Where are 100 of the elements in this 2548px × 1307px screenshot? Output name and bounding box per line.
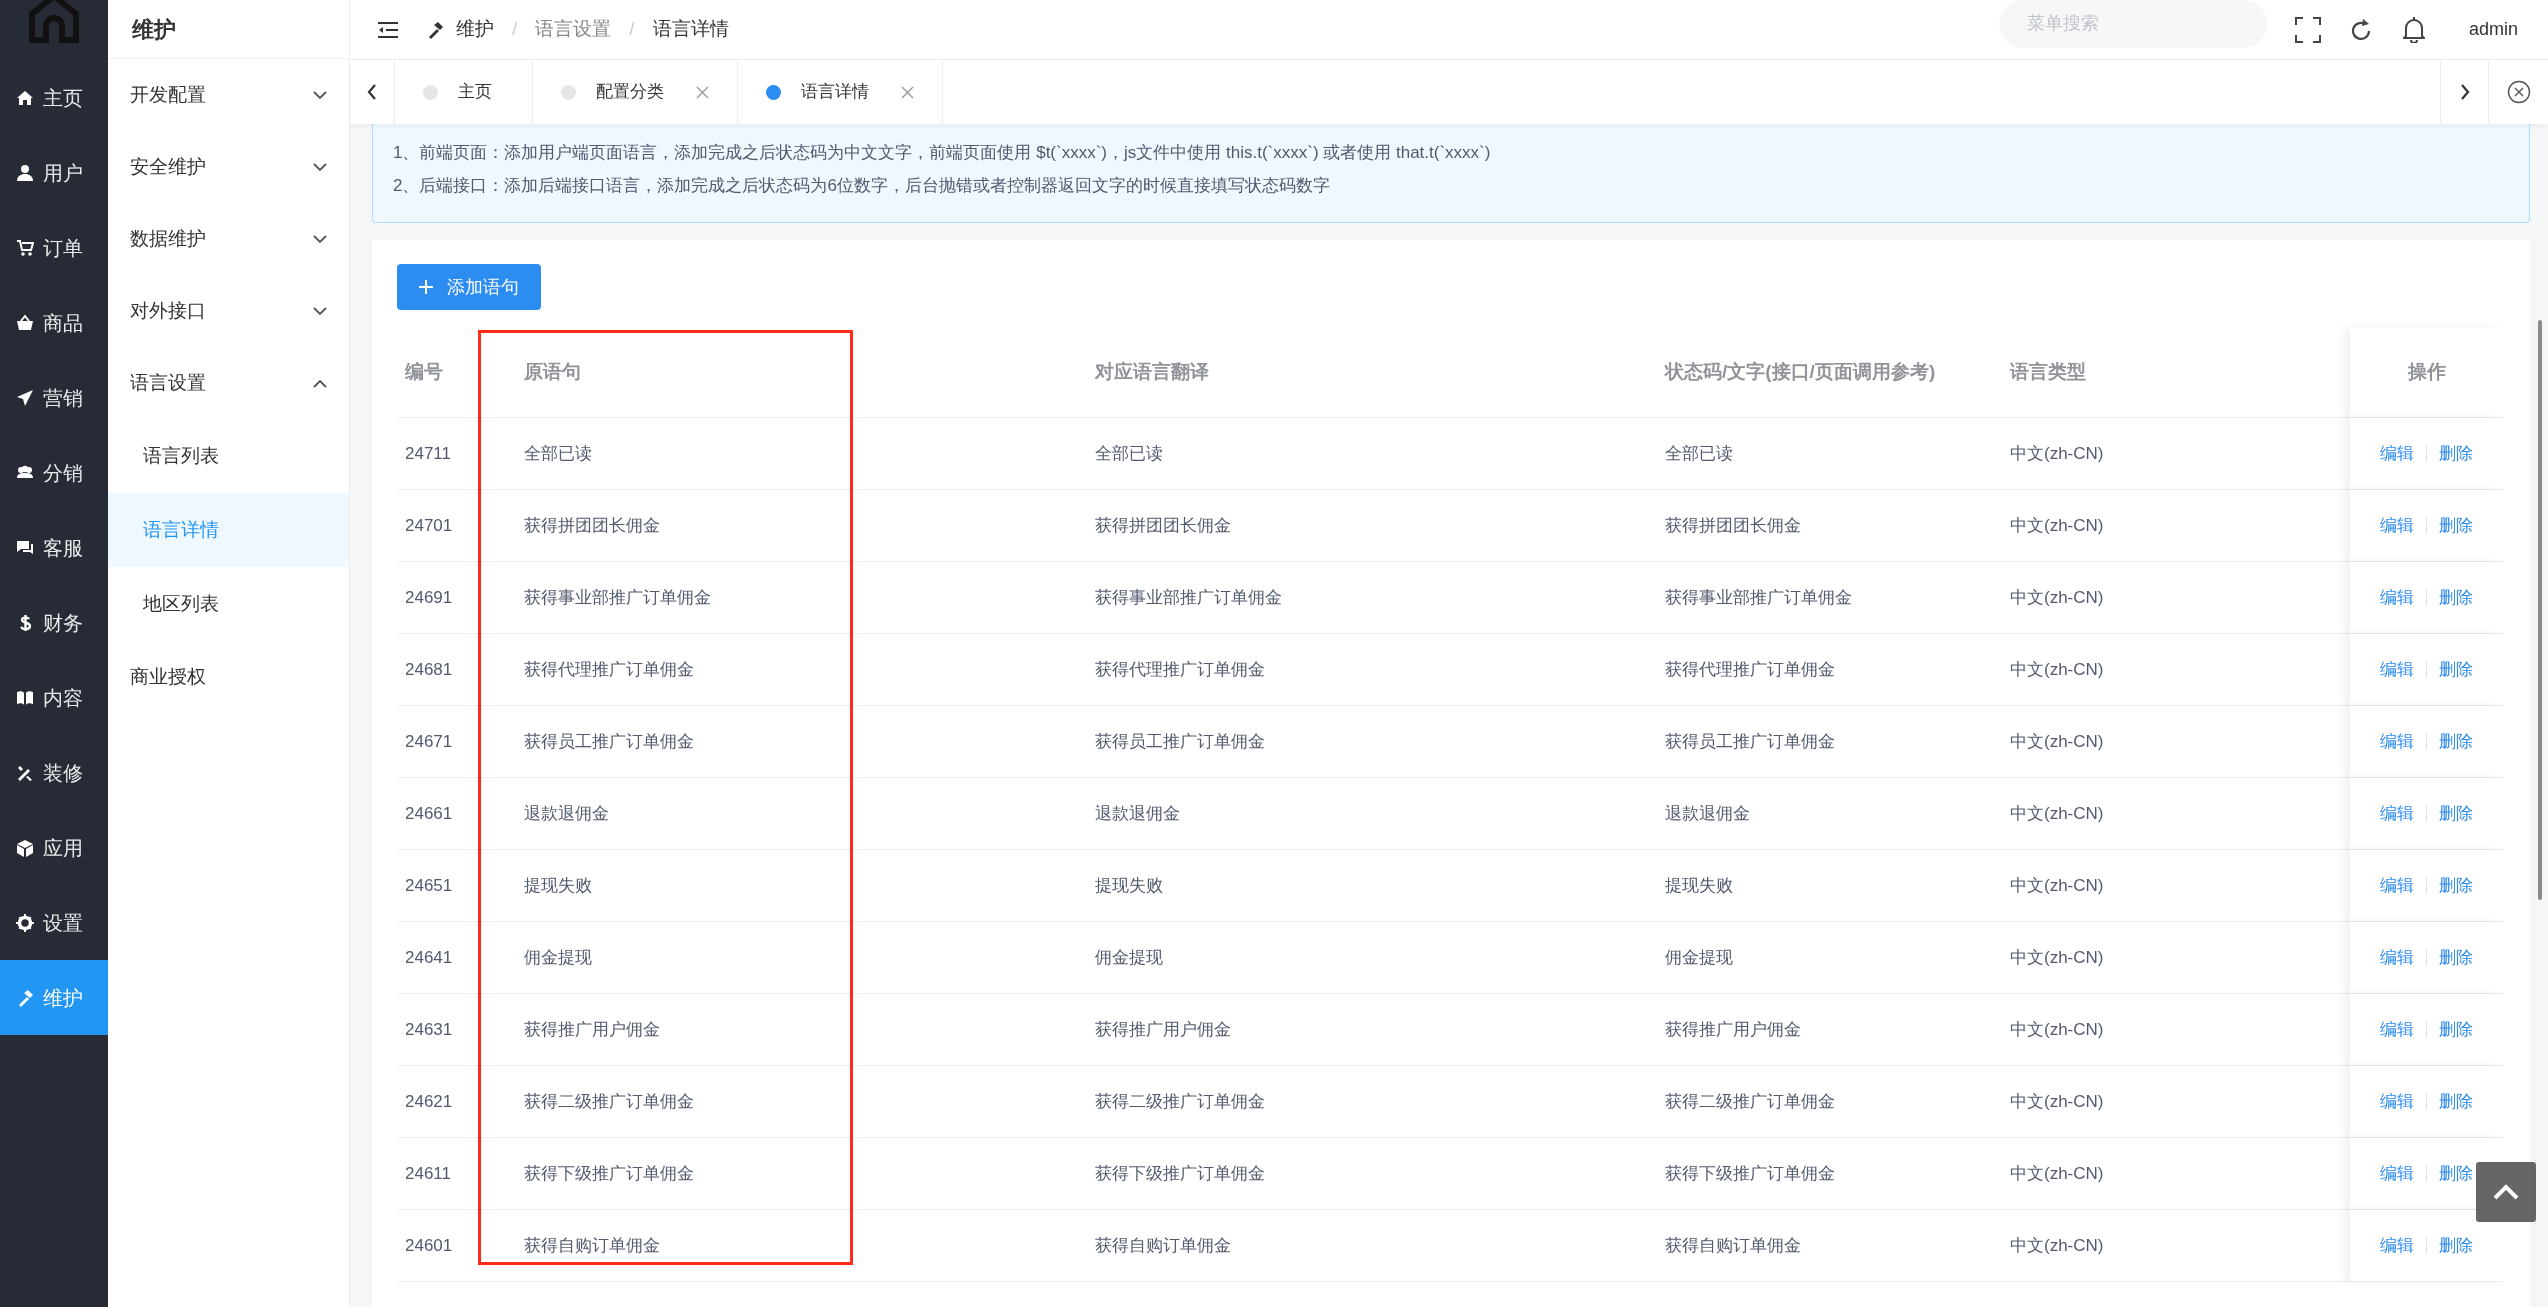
edit-link[interactable]: 编辑 — [2380, 1016, 2414, 1043]
table-cell-text: 中文(zh-CN) — [2010, 1018, 2104, 1041]
menu-item[interactable]: 数据维护 — [108, 203, 349, 275]
table-cell-text: 24671 — [405, 730, 453, 753]
menu-item[interactable]: 商业授权 — [108, 641, 349, 713]
column-header: 原语句 — [524, 360, 581, 385]
nav-item[interactable]: 用户 — [0, 135, 108, 210]
nav-item[interactable]: 营销 — [0, 360, 108, 435]
table-cell-text: 24701 — [405, 514, 453, 537]
user-name[interactable]: admin — [2468, 16, 2518, 43]
edit-link[interactable]: 编辑 — [2380, 944, 2414, 971]
table-cell-text: 获得员工推广订单佣金 — [1095, 730, 1265, 753]
table-cell-text: 退款退佣金 — [1095, 802, 1180, 825]
nav-item[interactable]: 设置 — [0, 885, 108, 960]
close-icon[interactable] — [901, 85, 914, 99]
menu-item[interactable]: 开发配置 — [108, 59, 349, 131]
nav-item[interactable]: 客服 — [0, 510, 108, 585]
table-cell-text: 中文(zh-CN) — [2010, 1162, 2104, 1185]
table-cell-text: 获得事业部推广订单佣金 — [524, 586, 711, 609]
nav-item[interactable]: 维护 — [0, 960, 108, 1035]
table-cell-text: 全部已读 — [524, 442, 592, 465]
chevron-down-icon — [313, 162, 327, 172]
home-logo-icon — [26, 0, 82, 46]
menu-item[interactable]: 对外接口 — [108, 275, 349, 347]
close-icon[interactable] — [696, 85, 709, 99]
menu-item[interactable]: 语言设置 — [108, 347, 349, 419]
table-cell-text: 24661 — [405, 802, 453, 825]
table-cell-text: 24651 — [405, 874, 453, 897]
nav-item[interactable]: 分销 — [0, 435, 108, 510]
nav-item[interactable]: 应用 — [0, 810, 108, 885]
edit-link[interactable]: 编辑 — [2380, 1160, 2414, 1187]
table-cell-text: 获得事业部推广订单佣金 — [1665, 586, 1852, 609]
column-header: 语言类型 — [2010, 360, 2086, 385]
edit-link[interactable]: 编辑 — [2380, 1088, 2414, 1115]
column-header: 对应语言翻译 — [1095, 360, 1209, 385]
breadcrumb-item[interactable]: 维护 — [456, 15, 494, 44]
chevron-up-icon — [313, 378, 327, 388]
delete-link[interactable]: 删除 — [2439, 944, 2473, 971]
add-button[interactable]: 添加语句 — [397, 264, 541, 310]
cart-icon — [16, 238, 34, 257]
submenu-item[interactable]: 地区列表 — [108, 567, 349, 641]
delete-link[interactable]: 删除 — [2439, 1088, 2473, 1115]
delete-link[interactable]: 删除 — [2439, 584, 2473, 611]
menu-item[interactable]: 安全维护 — [108, 131, 349, 203]
scrollbar[interactable] — [2538, 320, 2542, 900]
table-cell-text: 获得拼团团长佣金 — [524, 514, 660, 537]
breadcrumb-item[interactable]: 语言设置 — [535, 15, 612, 44]
delete-link[interactable]: 删除 — [2439, 872, 2473, 899]
edit-link[interactable]: 编辑 — [2380, 728, 2414, 755]
table-cell-text: 24621 — [405, 1090, 453, 1113]
edit-link[interactable]: 编辑 — [2380, 440, 2414, 467]
delete-link[interactable]: 删除 — [2439, 1016, 2473, 1043]
edit-link[interactable]: 编辑 — [2380, 800, 2414, 827]
delete-link[interactable]: 删除 — [2439, 1232, 2473, 1259]
table-cell-text: 获得自购订单佣金 — [524, 1234, 660, 1257]
fullscreen-icon[interactable] — [2294, 16, 2321, 43]
table-cell-text: 中文(zh-CN) — [2010, 730, 2104, 753]
submenu-item[interactable]: 语言详情 — [108, 493, 349, 567]
person-icon — [16, 163, 34, 182]
edit-link[interactable]: 编辑 — [2380, 512, 2414, 539]
notice-text: 1、前端页面：添加用户端页面语言，添加完成之后状态码为中文文字，前端页面使用 $t(`xxxx`)，js文件中使用 this.t(`xxxx`) 或者使用 that.t(`xxxx`) — [393, 142, 1492, 164]
edit-link[interactable]: 编辑 — [2380, 872, 2414, 899]
table-cell-text: 获得二级推广订单佣金 — [1665, 1090, 1835, 1113]
menu-icon[interactable] — [378, 21, 398, 38]
nav-item[interactable]: 商品 — [0, 285, 108, 360]
delete-link[interactable]: 删除 — [2439, 800, 2473, 827]
edit-link[interactable]: 编辑 — [2380, 656, 2414, 683]
breadcrumb-item: 语言详情 — [652, 17, 729, 42]
delete-link[interactable]: 删除 — [2439, 1160, 2473, 1187]
nav-item[interactable]: 财务 — [0, 585, 108, 660]
bell-icon[interactable] — [2402, 16, 2425, 43]
submenu-item[interactable]: 语言列表 — [108, 419, 349, 493]
table-cell-text: 获得员工推广订单佣金 — [524, 730, 694, 753]
book-icon — [16, 688, 34, 707]
chevron-down-icon — [313, 90, 327, 100]
back-to-top-button[interactable] — [2476, 1162, 2536, 1222]
nav-item[interactable]: 内容 — [0, 660, 108, 735]
table-cell-text: 24611 — [405, 1162, 451, 1185]
home-icon — [16, 88, 34, 107]
table-cell-text: 24601 — [405, 1234, 453, 1257]
table-cell-text: 全部已读 — [1665, 442, 1733, 465]
settings-icon — [16, 913, 34, 932]
column-header: 编号 — [405, 360, 443, 385]
delete-link[interactable]: 删除 — [2439, 728, 2473, 755]
delete-link[interactable]: 删除 — [2439, 440, 2473, 467]
table-cell-text: 24681 — [405, 658, 453, 681]
delete-link[interactable]: 删除 — [2439, 656, 2473, 683]
nav-item[interactable]: 订单 — [0, 210, 108, 285]
delete-link[interactable]: 删除 — [2439, 512, 2473, 539]
chevron-right-icon — [2459, 84, 2470, 100]
edit-link[interactable]: 编辑 — [2380, 1232, 2414, 1259]
refresh-icon[interactable] — [2350, 17, 2373, 42]
table-cell-text: 佣金提现 — [1095, 946, 1163, 969]
tab-label: 语言详情 — [801, 81, 869, 104]
breadcrumb-separator: / — [629, 17, 635, 42]
breadcrumb-separator: / — [512, 17, 518, 42]
nav-item[interactable]: 装修 — [0, 735, 108, 810]
nav-item[interactable]: 主页 — [0, 60, 108, 135]
table-cell-text: 获得事业部推广订单佣金 — [1095, 586, 1282, 609]
edit-link[interactable]: 编辑 — [2380, 584, 2414, 611]
